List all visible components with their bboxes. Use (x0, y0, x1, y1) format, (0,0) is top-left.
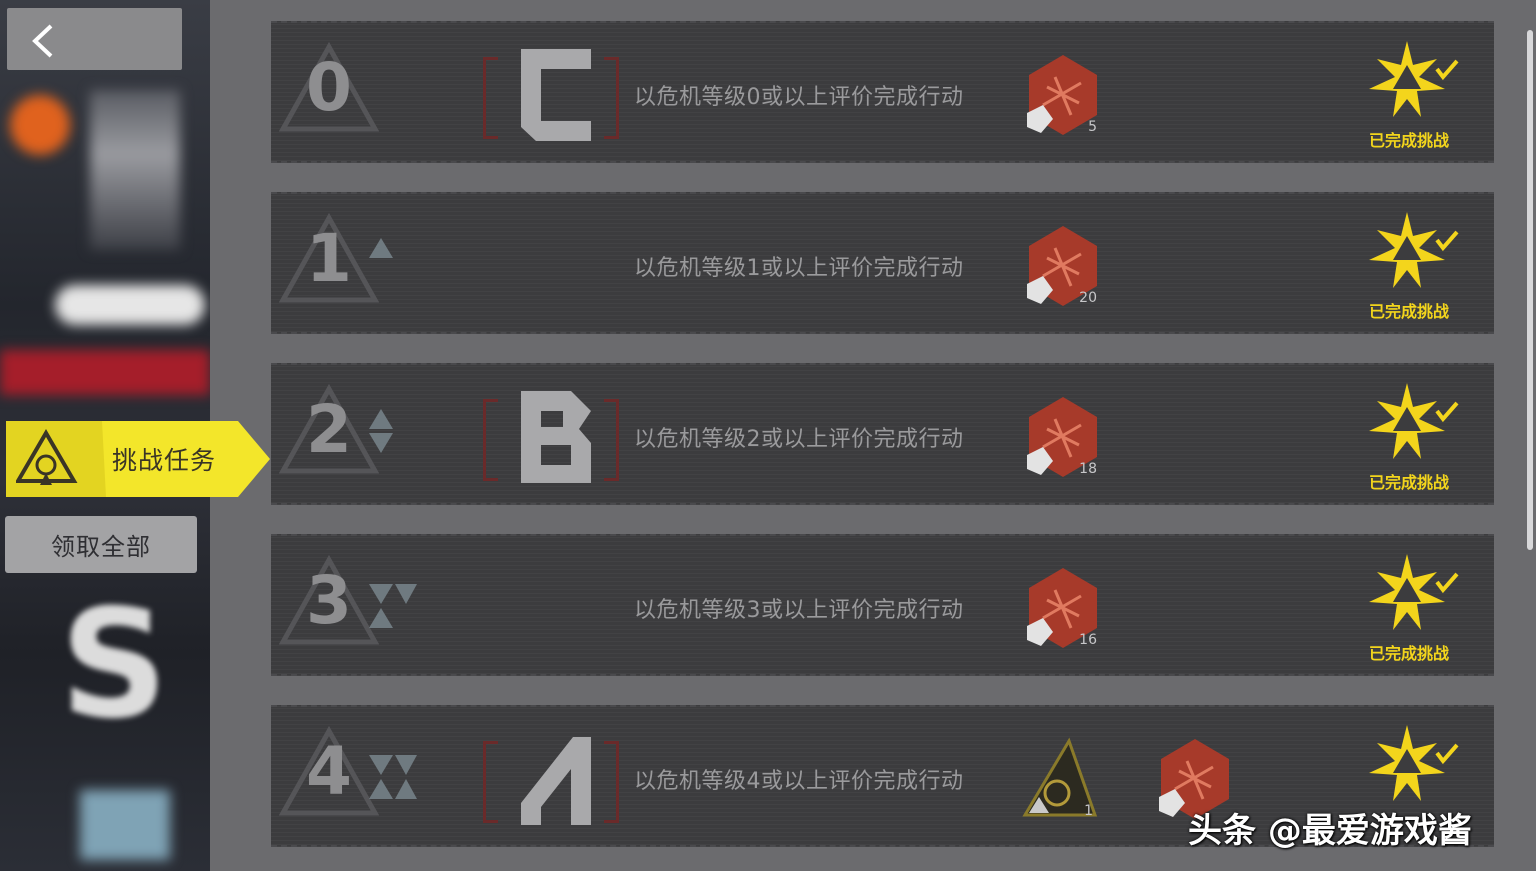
crisis-level-number: 1 (306, 220, 352, 297)
difficulty-triangles-icon (369, 584, 417, 628)
task-description: 以危机等级3或以上评价完成行动 (634, 598, 964, 623)
challenge-row: 3 以危机等级3或以上评价完成行动 16 已完成挑战 (271, 534, 1494, 676)
reward-count: 18 (1079, 461, 1097, 477)
tab-challenge-tasks[interactable]: 挑战任务 (6, 421, 270, 497)
claim-all-button[interactable]: 领取全部 (5, 516, 197, 573)
grade-badge (483, 727, 619, 835)
difficulty-triangles-icon (369, 755, 417, 799)
challenge-row: 2 以危机等级2或以上评价完成行动 18 已完成挑战 (271, 363, 1494, 505)
challenge-row: 0 以危机等级0或以上评价完成行动 5 已完成挑战 (271, 21, 1494, 163)
blurred-orange-orb (10, 95, 70, 155)
crisis-level-number: 0 (306, 49, 352, 126)
completed-badge: 已完成挑战 (1361, 210, 1471, 322)
difficulty-triangles-icon (369, 238, 393, 258)
task-description: 以危机等级2或以上评价完成行动 (634, 427, 964, 452)
challenge-row: 1 以危机等级1或以上评价完成行动 20 已完成挑战 (271, 192, 1494, 334)
reward-count: 5 (1088, 119, 1097, 135)
completed-star-icon (1369, 41, 1459, 117)
reward-item[interactable]: 16 (1023, 566, 1103, 652)
crisis-level-number: 4 (306, 733, 352, 810)
chevron-left-icon (32, 24, 53, 58)
crisis-level-number: 2 (306, 391, 352, 468)
blurred-trophy-art (90, 90, 180, 250)
reward-item[interactable]: 1 (1019, 737, 1099, 823)
completed-label: 已完成挑战 (1368, 302, 1449, 321)
grade-c-icon (521, 49, 591, 141)
reward-item[interactable]: 18 (1023, 395, 1103, 481)
completed-badge: 已完成挑战 (1361, 381, 1471, 493)
task-description: 以危机等级0或以上评价完成行动 (634, 85, 964, 110)
completed-label: 已完成挑战 (1368, 644, 1449, 663)
grade-badge (483, 385, 619, 493)
difficulty-triangles-icon (369, 409, 393, 453)
completed-star-icon (1369, 554, 1459, 630)
reward-item[interactable]: 20 (1023, 224, 1103, 310)
completed-label: 已完成挑战 (1368, 473, 1449, 492)
reward-item[interactable]: 5 (1023, 53, 1103, 139)
crisis-triangle-icon (16, 429, 78, 485)
blurred-rank-letter: S (60, 578, 169, 752)
reward-count: 1 (1084, 803, 1093, 819)
completed-star-icon (1369, 383, 1459, 459)
blurred-blue-block (80, 790, 170, 860)
reward-count: 20 (1079, 290, 1097, 306)
task-description: 以危机等级1或以上评价完成行动 (634, 256, 964, 281)
grade-badge (483, 43, 619, 151)
task-description: 以危机等级4或以上评价完成行动 (634, 769, 964, 794)
completed-label: 已完成挑战 (1368, 131, 1449, 150)
blurred-white-bar (55, 285, 205, 325)
grade-b-icon (521, 391, 591, 483)
completed-badge: 已完成挑战 (1361, 39, 1471, 151)
completed-star-icon (1369, 725, 1459, 801)
tab-challenge-label: 挑战任务 (112, 446, 217, 475)
grade-a-icon (521, 737, 591, 825)
back-button[interactable] (7, 8, 182, 70)
reward-count: 16 (1079, 632, 1097, 648)
blurred-red-band (0, 350, 210, 395)
crisis-level-number: 3 (306, 562, 352, 639)
completed-badge: 已完成挑战 (1361, 552, 1471, 664)
watermark: 头条 @最爱游戏酱 (1188, 811, 1472, 851)
scrollbar[interactable] (1527, 30, 1533, 550)
completed-star-icon (1369, 212, 1459, 288)
